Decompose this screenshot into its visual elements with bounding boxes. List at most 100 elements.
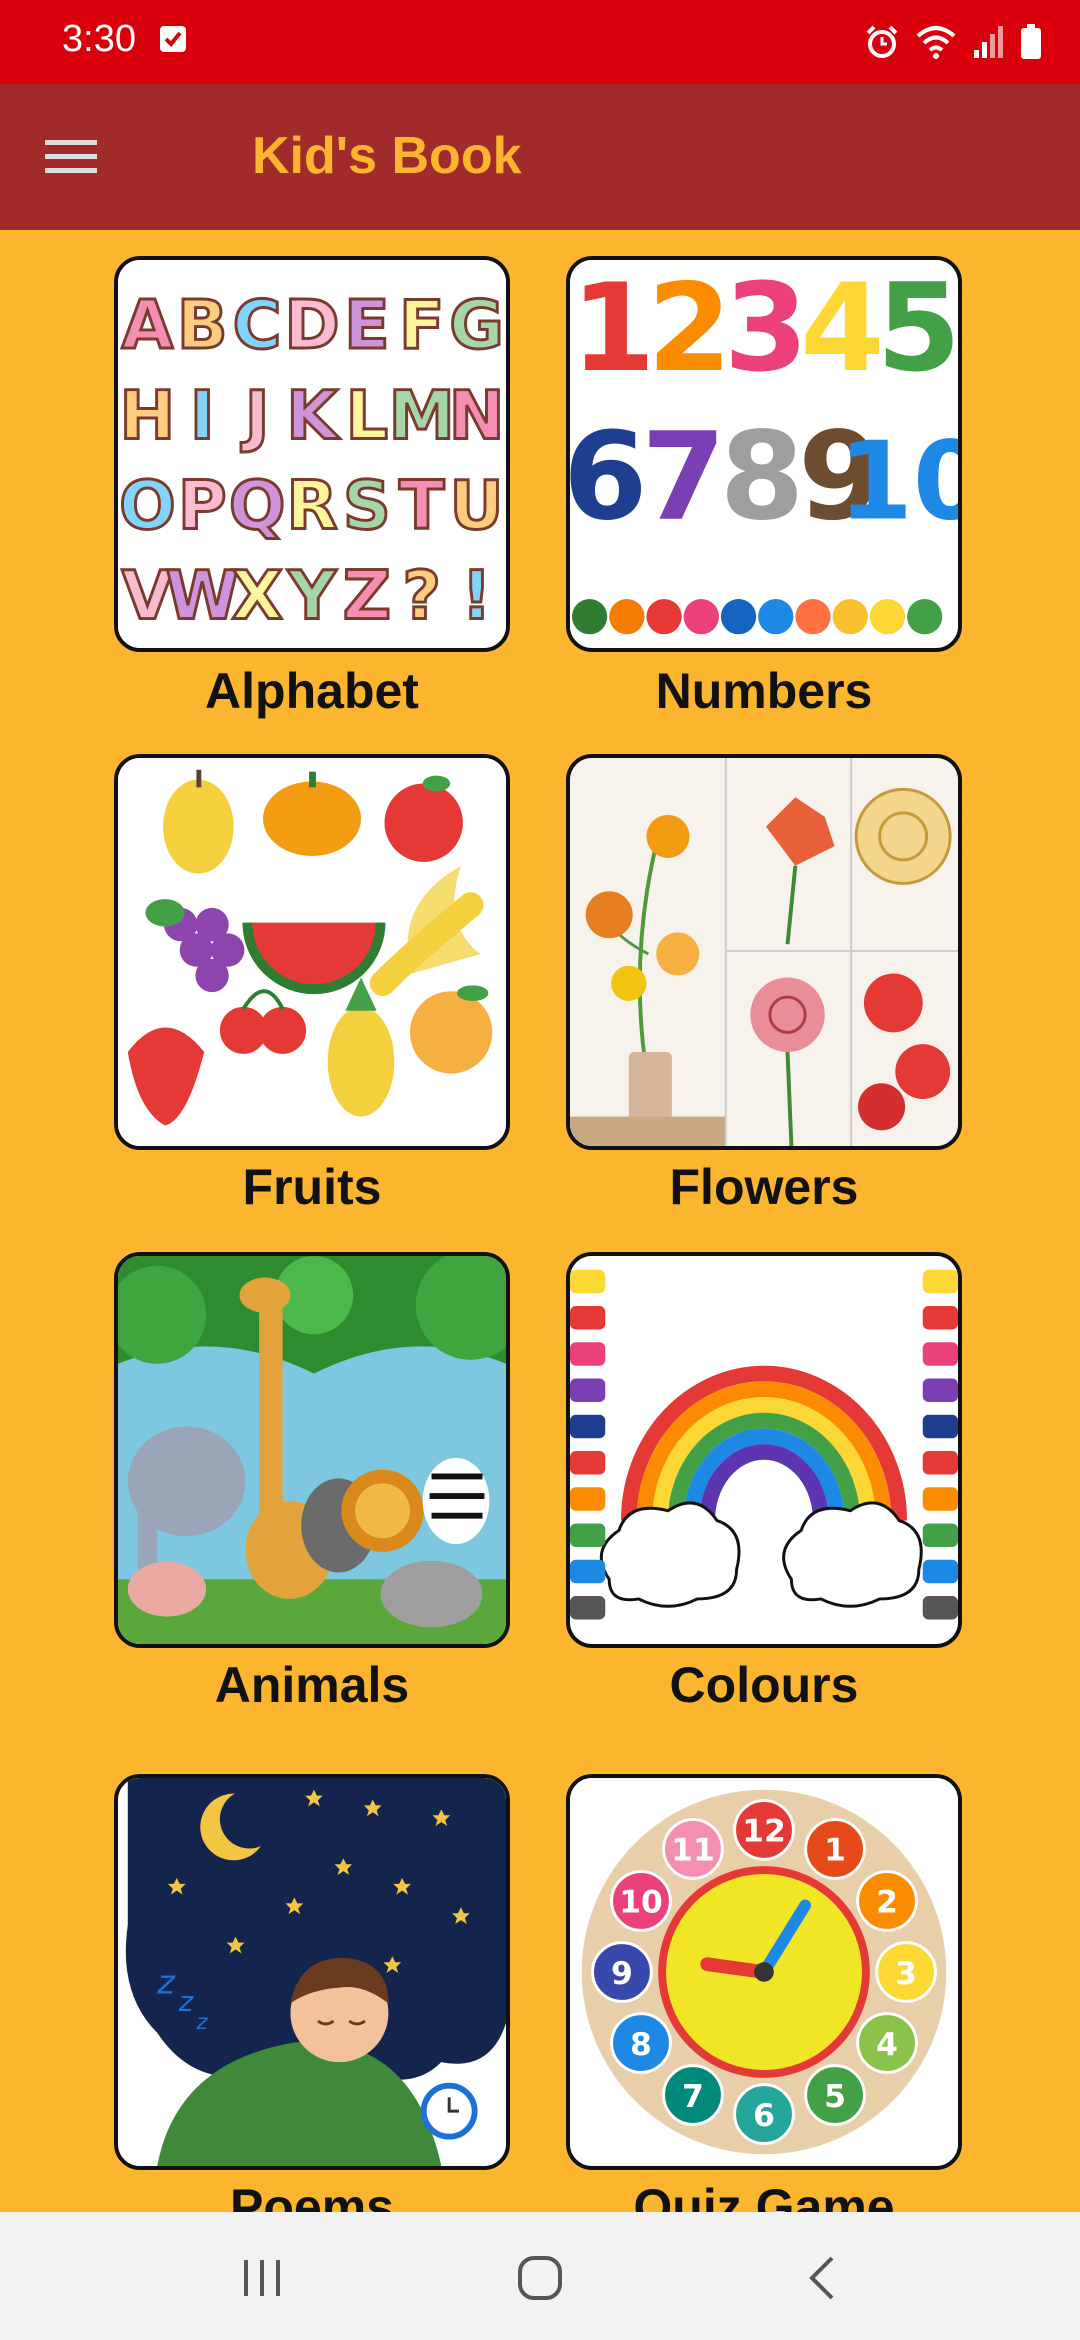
clock-number: 2 xyxy=(876,1885,898,1921)
number-digit: 2 xyxy=(647,260,732,399)
crayon-mark xyxy=(922,1269,958,1294)
category-grid: A B C D E F G H I J K L M N O P Q R S T U V W X Y Z?! Alphabet 12… xyxy=(0,230,1080,2212)
category-card-fruits[interactable] xyxy=(114,754,510,1150)
crayon-mark xyxy=(922,1450,958,1475)
svg-text:z: z xyxy=(156,1963,176,2002)
alphabet-letter: H xyxy=(120,376,176,454)
crayon-mark xyxy=(570,1269,606,1294)
crayon-mark xyxy=(922,1342,958,1366)
number-digit: 5 xyxy=(877,260,958,399)
category-card-colours[interactable] xyxy=(566,1252,962,1648)
alphabet-letter: I xyxy=(190,376,215,454)
crayon-mark xyxy=(570,1487,606,1511)
alphabet-letter: X xyxy=(231,557,282,635)
number-digit: 8 xyxy=(720,406,805,548)
crayon-mark xyxy=(570,1305,606,1330)
clock-number: 4 xyxy=(876,2027,898,2063)
alphabet-letter: N xyxy=(449,376,505,454)
clock-number: 7 xyxy=(682,2079,704,2115)
crayon-mark xyxy=(922,1595,958,1620)
alphabet-letter: ? xyxy=(402,557,441,635)
app-title: Kid's Book xyxy=(252,127,522,185)
clock-number: 8 xyxy=(630,2027,652,2063)
clock-number: 5 xyxy=(824,2079,846,2115)
category-label-flowers: Flowers xyxy=(669,1159,859,1215)
crayon-mark xyxy=(922,1487,958,1511)
fruits-image xyxy=(118,758,506,1146)
alphabet-image: A B C D E F GH I J K L MNO P Q R S T UVWX Y Z?! xyxy=(118,260,506,648)
number-digit: 10 xyxy=(838,420,958,545)
crayon-mark xyxy=(922,1378,958,1402)
alphabet-letter: S xyxy=(343,466,391,544)
alphabet-letter: B xyxy=(177,286,228,364)
alphabet-letter: P xyxy=(178,466,227,544)
alphabet-letter: O xyxy=(119,466,176,544)
poems-image: z z z xyxy=(118,1778,506,2166)
crayon-mark xyxy=(922,1305,958,1330)
alphabet-letter: F xyxy=(399,286,445,364)
category-card-poems[interactable]: z z z xyxy=(114,1774,510,2170)
category-label-alphabet: Alphabet xyxy=(205,663,419,719)
number-digit: 4 xyxy=(800,260,885,399)
alphabet-letter: L xyxy=(346,376,388,454)
recent-apps-button[interactable] xyxy=(232,2248,292,2308)
status-time: 3:30 xyxy=(62,18,136,60)
alphabet-letter: J xyxy=(241,376,270,454)
svg-text:z: z xyxy=(178,1987,194,2018)
crayon-mark xyxy=(570,1378,606,1402)
svg-text:z: z xyxy=(195,2010,208,2035)
clock-number: 10 xyxy=(619,1885,663,1921)
crayon-mark xyxy=(922,1523,958,1547)
quiz-game-image: 12 12 3 45 6 78 9 1011 xyxy=(570,1778,958,2166)
category-label-quiz-game: Quiz Game xyxy=(633,2179,895,2212)
back-icon xyxy=(809,2256,834,2300)
alphabet-letter: W xyxy=(166,557,239,635)
category-card-alphabet[interactable]: A B C D E F G H I J K L M N O P Q R S T U V W X Y Z?! xyxy=(114,256,510,652)
category-card-animals[interactable] xyxy=(114,1252,510,1648)
crayon-mark xyxy=(570,1559,606,1584)
flowers-image xyxy=(570,758,958,1146)
crayon-mark xyxy=(570,1450,606,1475)
status-bar: 3:30 xyxy=(0,0,1080,84)
crayon-mark xyxy=(922,1414,958,1439)
recent-apps-icon xyxy=(244,2260,280,2296)
alphabet-letter: G xyxy=(449,286,504,364)
alphabet-letter: U xyxy=(450,466,504,544)
colours-image xyxy=(570,1256,958,1644)
category-card-flowers[interactable] xyxy=(566,754,962,1150)
alarm-icon xyxy=(866,25,898,58)
crayon-mark xyxy=(570,1595,606,1620)
alphabet-letter: M xyxy=(389,376,455,454)
clock-number: 11 xyxy=(671,1833,715,1869)
alphabet-letter: E xyxy=(344,286,390,364)
crayon-mark xyxy=(570,1414,606,1439)
battery-icon xyxy=(1021,24,1041,59)
category-card-numbers[interactable]: 12345678910 xyxy=(566,256,962,652)
home-button[interactable] xyxy=(510,2248,570,2308)
menu-button[interactable] xyxy=(40,126,102,188)
alphabet-letter: D xyxy=(284,286,339,364)
number-digit: 7 xyxy=(641,406,726,548)
number-digit: 1 xyxy=(571,260,656,399)
wifi-icon xyxy=(916,26,956,59)
alphabet-letter: ! xyxy=(461,557,491,635)
category-label-colours: Colours xyxy=(669,1657,859,1713)
home-icon xyxy=(518,2256,562,2300)
crayon-mark xyxy=(570,1342,606,1366)
clock-number: 9 xyxy=(611,1956,633,1992)
number-digit: 3 xyxy=(724,260,809,399)
clock-number: 3 xyxy=(895,1956,917,1992)
category-label-poems: Poems xyxy=(230,2179,394,2212)
alphabet-letter: A xyxy=(122,286,174,364)
clock-number: 1 xyxy=(824,1833,846,1869)
crayon-mark xyxy=(922,1559,958,1584)
alphabet-letter: K xyxy=(286,376,340,454)
category-card-quiz-game[interactable]: 12 1 2 3 4 5 6 7 8 9 10 11 xyxy=(566,1774,962,2170)
alphabet-letter: Z xyxy=(343,557,391,635)
app-bar: Kid's Book xyxy=(0,84,1080,230)
back-button[interactable] xyxy=(792,2248,852,2308)
signal-icon xyxy=(974,26,1003,58)
alphabet-letter: R xyxy=(286,466,337,544)
crayon-mark xyxy=(570,1523,606,1547)
system-nav-bar xyxy=(0,2212,1080,2340)
